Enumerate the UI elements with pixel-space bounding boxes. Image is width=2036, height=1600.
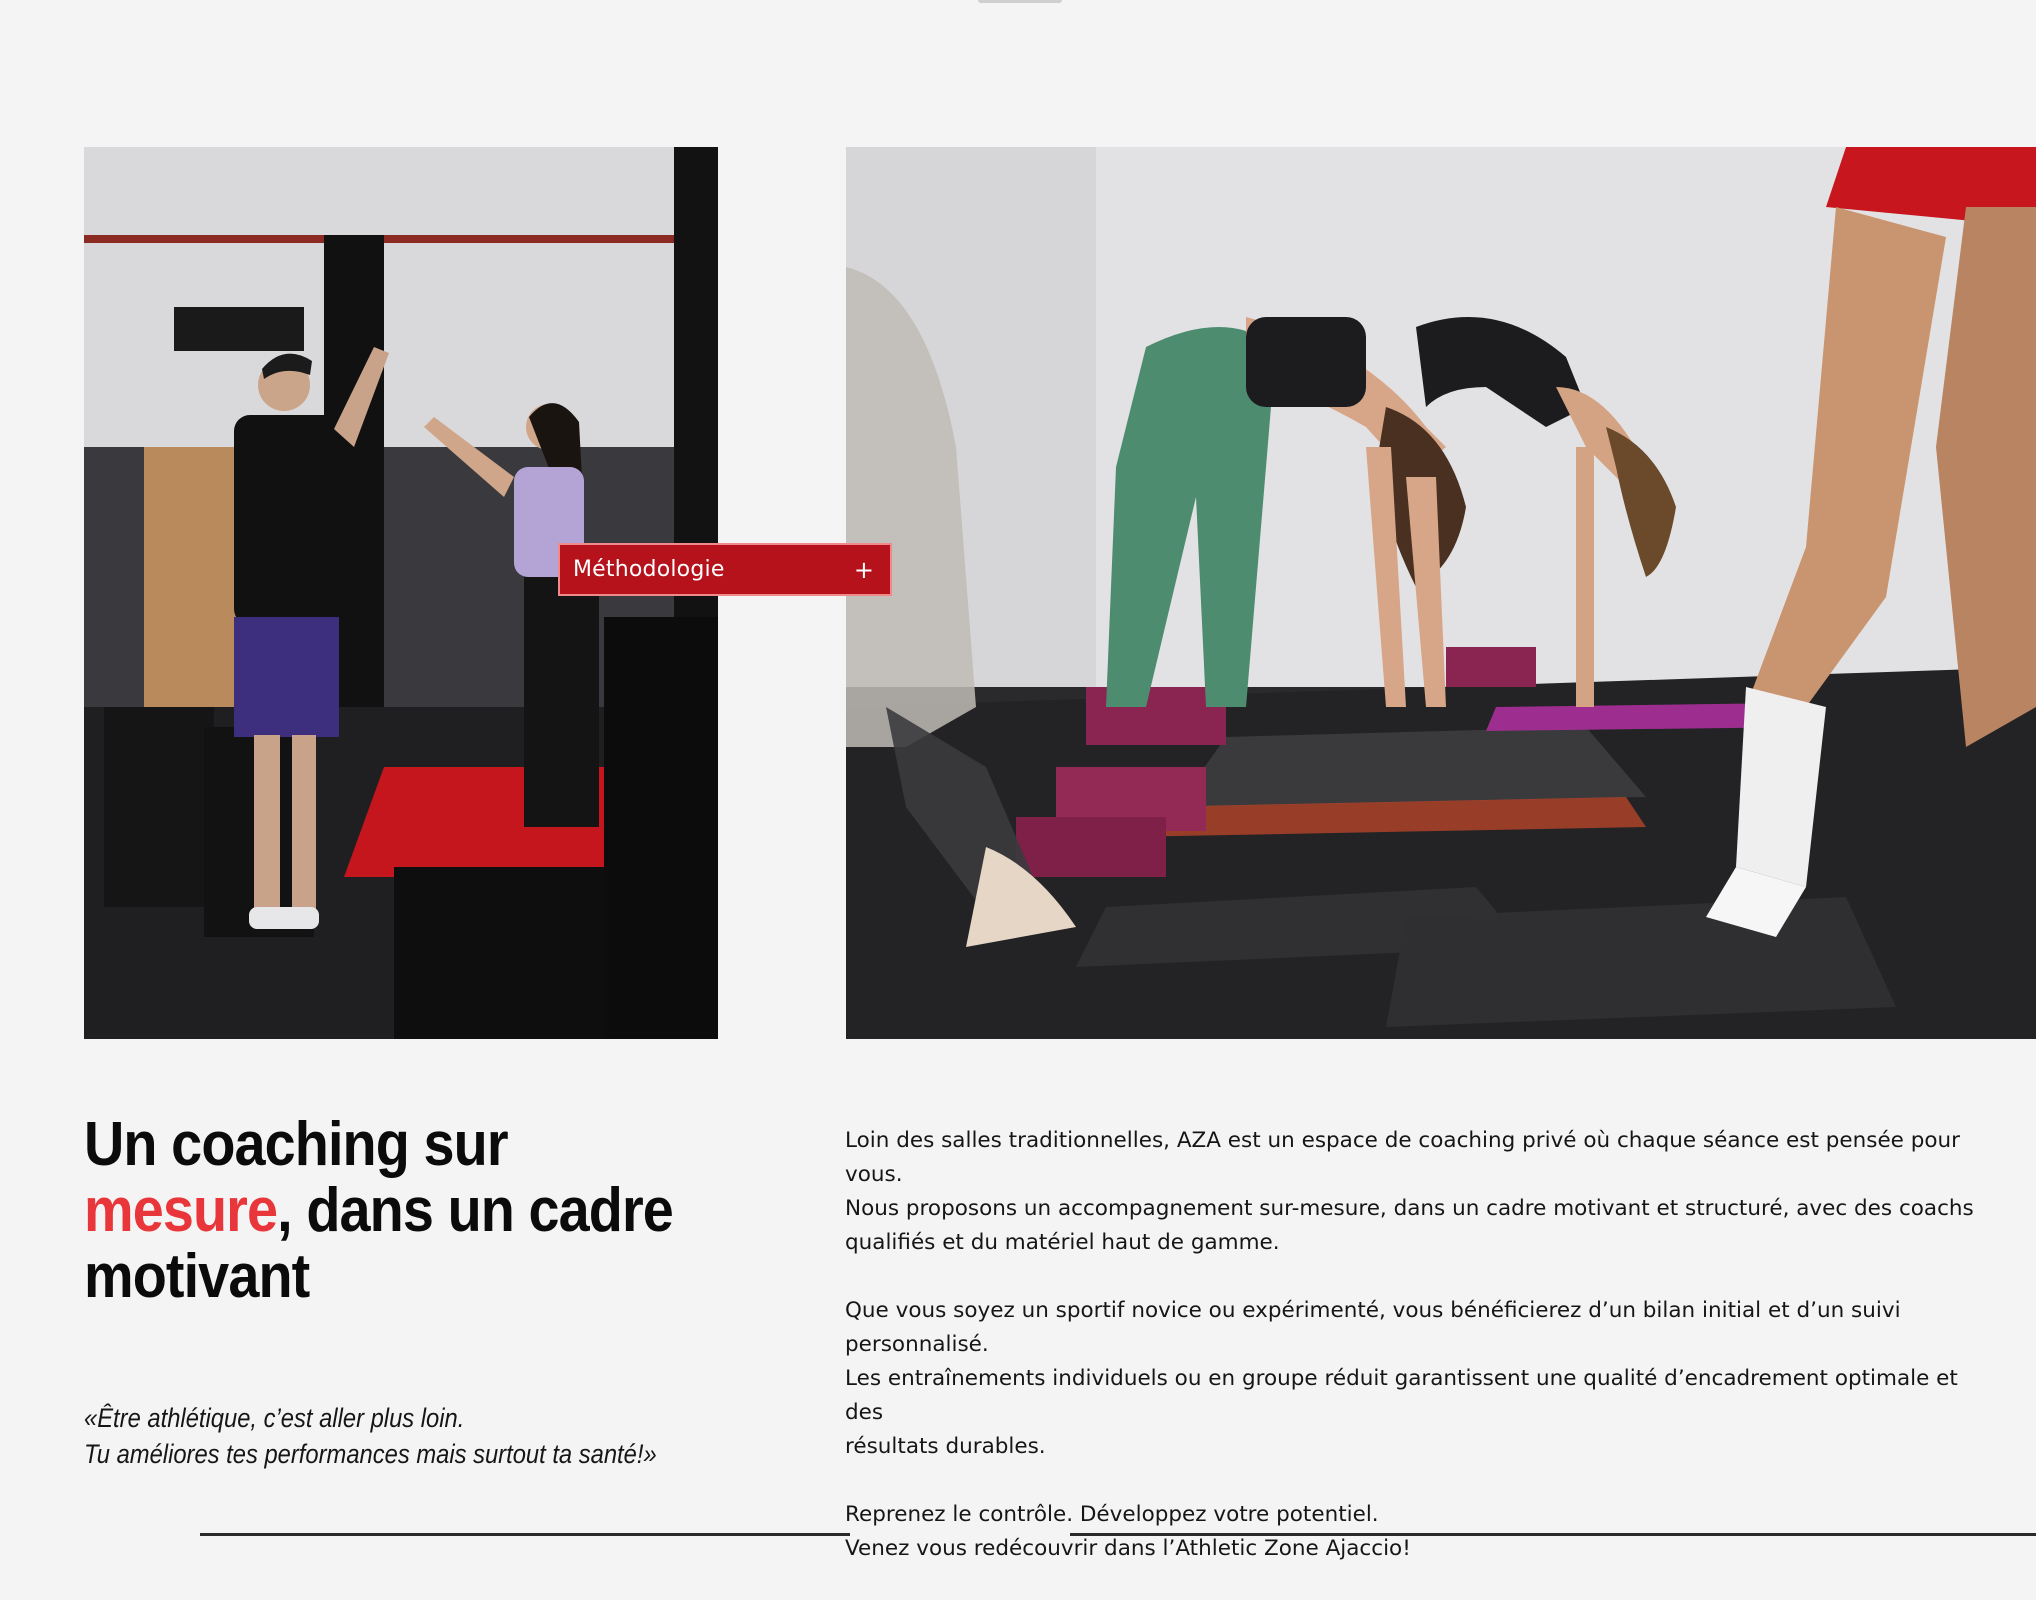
paragraph-line: Loin des salles traditionnelles, AZA est… — [845, 1128, 1960, 1187]
group-stretching-photo — [846, 147, 2036, 1039]
headline-line-2: , dans un cadre — [277, 1176, 674, 1245]
plus-icon: + — [853, 555, 874, 584]
paragraph-line: Venez vous redécouvrir dans l’Athletic Z… — [845, 1536, 1411, 1561]
group-stretching-illustration — [846, 147, 2036, 1039]
top-scroll-handle — [978, 0, 1062, 3]
paragraph-line: Nous proposons un accompagnement sur-mes… — [845, 1196, 1974, 1221]
methodology-button[interactable]: Méthodologie + — [558, 543, 892, 596]
quote-line-2: Tu améliores tes performances mais surto… — [84, 1439, 657, 1469]
intro-paragraph-3: Reprenez le contrôle. Développez votre p… — [845, 1498, 1985, 1566]
athletic-quote: «Être athlétique, c’est aller plus loin.… — [84, 1400, 718, 1472]
intro-paragraph-1: Loin des salles traditionnelles, AZA est… — [845, 1124, 1985, 1260]
paragraph-line: résultats durables. — [845, 1434, 1046, 1459]
paragraph-line: Reprenez le contrôle. Développez votre p… — [845, 1502, 1379, 1527]
intro-body-text: Loin des salles traditionnelles, AZA est… — [845, 1124, 1985, 1600]
methodology-label: Méthodologie — [573, 557, 725, 582]
paragraph-line: Que vous soyez un sportif novice ou expé… — [845, 1298, 1901, 1357]
quote-line-1: «Être athlétique, c’est aller plus loin. — [84, 1403, 465, 1433]
intro-paragraph-2: Que vous soyez un sportif novice ou expé… — [845, 1294, 1985, 1464]
headline-accent-word: mesure — [84, 1176, 278, 1245]
paragraph-line: Les entraînements individuels ou en grou… — [845, 1366, 1958, 1425]
section-headline: Un coaching sur mesure, dans un cadre mo… — [84, 1112, 714, 1310]
headline-line-3: motivant — [84, 1242, 310, 1311]
paragraph-line: qualifiés et du matériel haut de gamme. — [845, 1230, 1280, 1255]
headline-line-1: Un coaching sur — [84, 1110, 509, 1179]
